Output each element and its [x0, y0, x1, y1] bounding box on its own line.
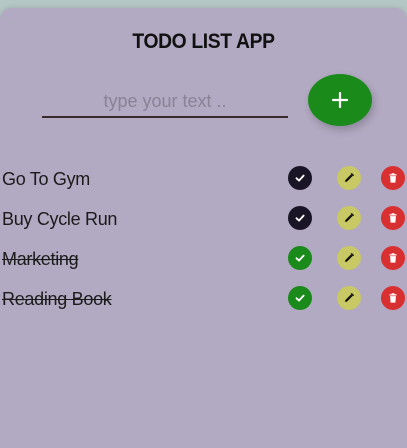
edit-button[interactable] [337, 166, 361, 190]
trash-icon [389, 173, 397, 183]
trash-icon [389, 213, 397, 223]
todo-input[interactable] [42, 86, 288, 116]
edit-button[interactable] [337, 286, 361, 310]
pencil-icon [345, 173, 354, 182]
todo-item: Go To Gym [0, 161, 407, 201]
delete-button[interactable] [381, 286, 405, 310]
trash-icon [389, 253, 397, 263]
todo-item: Buy Cycle Run [0, 201, 407, 241]
complete-button[interactable] [288, 246, 312, 270]
check-circle-icon [295, 214, 305, 222]
todo-item: Reading Book [0, 281, 407, 321]
check-circle-icon [295, 294, 305, 302]
add-todo-button[interactable] [308, 74, 372, 126]
complete-button[interactable] [288, 166, 312, 190]
complete-button[interactable] [288, 286, 312, 310]
check-circle-icon [295, 174, 305, 182]
delete-button[interactable] [381, 246, 405, 270]
todo-item: Marketing [0, 241, 407, 281]
todo-input-wrapper [42, 86, 288, 118]
todo-text: Buy Cycle Run [2, 209, 118, 229]
todo-text: Reading Book [2, 289, 112, 309]
plus-icon [331, 91, 349, 109]
delete-button[interactable] [381, 166, 405, 190]
complete-button[interactable] [288, 206, 312, 230]
delete-button[interactable] [381, 206, 405, 230]
pencil-icon [345, 253, 354, 262]
trash-icon [389, 293, 397, 303]
todo-text: Go To Gym [2, 169, 90, 189]
todo-card: TODO LIST APP Go To Gym Buy Cycle Run Mark… [0, 8, 407, 448]
edit-button[interactable] [337, 246, 361, 270]
pencil-icon [345, 213, 354, 222]
check-circle-icon [295, 254, 305, 262]
edit-button[interactable] [337, 206, 361, 230]
app-title: TODO LIST APP [132, 30, 275, 53]
todo-list: Go To Gym Buy Cycle Run Marketing Reading B… [0, 161, 407, 321]
pencil-icon [345, 293, 354, 302]
todo-text: Marketing [2, 249, 79, 269]
